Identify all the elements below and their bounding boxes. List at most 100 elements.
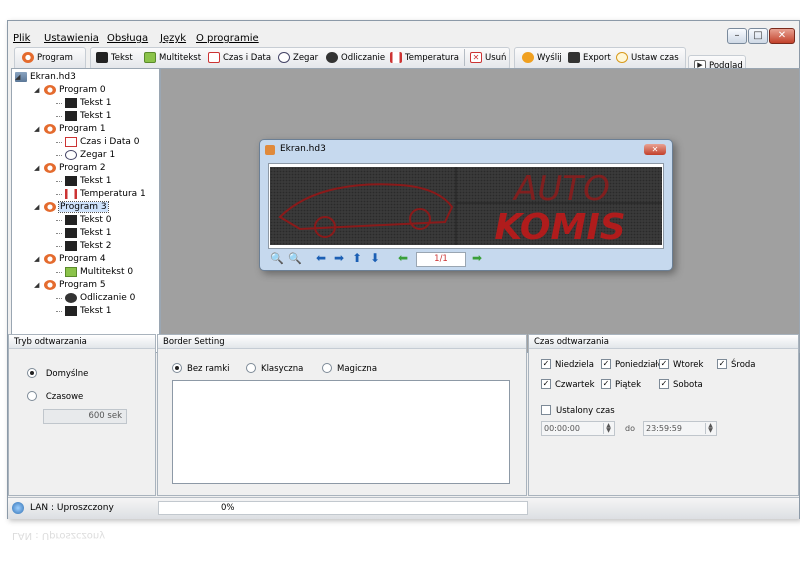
toolbar-separator xyxy=(464,49,465,66)
tekst-button[interactable]: Tekst xyxy=(96,49,133,66)
day-checkbox[interactable]: ✓ Poniedziałek xyxy=(601,359,668,370)
tree-item-node[interactable]: Tekst 0 xyxy=(56,215,112,225)
day-checkbox[interactable]: ✓ Środa xyxy=(717,359,756,370)
playback-mode-panel: Tryb odtwarzania Domyślne Czasowe 600 se… xyxy=(8,334,156,496)
default-mode-radio[interactable]: Domyślne xyxy=(27,368,88,379)
connection-status: LAN : Uproszczony xyxy=(30,503,114,513)
project-tree[interactable]: ◢ Ekran.hd3 ◢ Program 0 Tekst 1 Tekst 1 ◢ Pro… xyxy=(11,68,160,353)
day-checkbox[interactable]: ✓ Piątek xyxy=(601,379,641,390)
tree-node-label: Zegar 1 xyxy=(80,150,116,160)
check-icon: ✓ xyxy=(601,379,611,389)
tree-program-node[interactable]: ◢ Program 3 xyxy=(34,201,109,213)
day-label: Piątek xyxy=(615,379,641,390)
time-from-input[interactable]: 00:00:00 ▲ ▼ xyxy=(541,421,615,436)
tree-connector xyxy=(56,297,62,299)
program-button[interactable]: Program xyxy=(22,49,73,66)
menu-plik[interactable]: Plik xyxy=(13,33,30,44)
tree-node-label: Tekst 1 xyxy=(80,228,112,238)
tree-item-node[interactable]: Zegar 1 xyxy=(56,150,115,160)
menu-obsluga[interactable]: Obsługa xyxy=(107,33,148,44)
arrow-right-icon[interactable]: ➡ xyxy=(334,251,344,265)
usun-button[interactable]: ✕ Usuń xyxy=(470,49,506,66)
arrow-left-icon[interactable]: ⬅ xyxy=(316,251,326,265)
tree-node-label: Tekst 2 xyxy=(80,241,112,251)
menu-o-programie[interactable]: O programie xyxy=(196,33,259,44)
program-icon xyxy=(22,52,34,63)
odliczanie-button[interactable]: Odliczanie xyxy=(326,49,385,66)
tree-program-node[interactable]: ◢ Program 1 xyxy=(34,124,106,134)
arrow-down-icon[interactable]: ⬇ xyxy=(370,251,380,265)
wyslij-button[interactable]: Wyślij xyxy=(522,49,562,66)
border-magic-radio[interactable]: Magiczna xyxy=(322,363,377,374)
collapse-icon[interactable]: ◢ xyxy=(34,281,41,289)
border-setting-panel: Border Setting Bez ramki Klasyczna Magic… xyxy=(157,334,527,496)
tree-program-node[interactable]: ◢ Program 4 xyxy=(34,254,106,264)
export-button[interactable]: Export xyxy=(568,49,611,66)
collapse-icon[interactable]: ◢ xyxy=(34,125,41,133)
day-checkbox[interactable]: ✓ Czwartek xyxy=(541,379,595,390)
timed-mode-radio[interactable]: Czasowe xyxy=(27,391,83,402)
zegar-button[interactable]: Zegar xyxy=(278,49,318,66)
collapse-icon[interactable]: ◢ xyxy=(34,86,41,94)
time-from-spinner[interactable]: ▲ ▼ xyxy=(603,423,613,434)
tree-program-node[interactable]: ◢ Program 2 xyxy=(34,163,106,173)
text-icon xyxy=(65,111,77,121)
arrow-up-icon[interactable]: ⬆ xyxy=(352,251,362,265)
tree-item-node[interactable]: Multitekst 0 xyxy=(56,267,133,277)
tree-item-node[interactable]: Tekst 1 xyxy=(56,111,112,121)
zoom-out-icon[interactable]: 🔍 xyxy=(288,252,302,265)
collapse-icon[interactable]: ◢ xyxy=(34,164,41,172)
program-icon xyxy=(44,124,56,134)
tree-item-node[interactable]: Tekst 2 xyxy=(56,241,112,251)
minimize-button[interactable]: – xyxy=(727,28,747,44)
collapse-icon[interactable]: ◢ xyxy=(34,255,41,263)
tree-item-node[interactable]: Tekst 1 xyxy=(56,176,112,186)
prev-page-icon[interactable]: ⬅ xyxy=(398,251,408,265)
network-icon xyxy=(12,502,24,514)
tree-item-node[interactable]: Temperatura 1 xyxy=(56,189,146,199)
schedule-panel: Czas odtwarzania ✓ Niedziela ✓ Poniedziałek… xyxy=(528,334,799,496)
zoom-in-icon[interactable]: 🔍 xyxy=(270,252,284,265)
collapse-icon[interactable]: ◢ xyxy=(34,203,41,211)
calendar-icon xyxy=(208,52,220,63)
day-checkbox[interactable]: ✓ Sobota xyxy=(659,379,703,390)
tree-item-node[interactable]: Czas i Data 0 xyxy=(56,137,140,147)
menu-bar: Plik Ustawienia Obsługa Język O programi… xyxy=(8,29,708,45)
ustaw-czas-button[interactable]: Ustaw czas xyxy=(616,49,679,66)
default-mode-label: Domyślne xyxy=(45,368,89,379)
border-classic-radio[interactable]: Klasyczna xyxy=(246,363,303,374)
border-preview-box xyxy=(172,380,510,484)
close-button[interactable]: ✕ xyxy=(769,28,795,44)
tree-item-node[interactable]: Tekst 1 xyxy=(56,98,112,108)
menu-jezyk[interactable]: Język xyxy=(160,33,186,44)
collapse-icon[interactable]: ◢ xyxy=(15,73,22,81)
tree-node-label: Odliczanie 0 xyxy=(80,293,136,303)
tree-item-node[interactable]: Tekst 1 xyxy=(56,306,112,316)
time-to-input[interactable]: 23:59:59 ▲ ▼ xyxy=(643,421,717,436)
duration-input[interactable]: 600 sek xyxy=(43,409,127,424)
next-page-icon[interactable]: ➡ xyxy=(472,251,482,265)
czas-data-button[interactable]: Czas i Data xyxy=(208,49,271,66)
tree-root[interactable]: ◢ Ekran.hd3 xyxy=(15,72,76,82)
tree-connector xyxy=(56,141,62,143)
day-checkbox[interactable]: ✓ Niedziela xyxy=(541,359,594,370)
tree-program-node[interactable]: ◢ Program 5 xyxy=(34,280,106,290)
text-icon xyxy=(65,241,77,251)
maximize-button[interactable]: □ xyxy=(748,28,768,44)
preview-dialog[interactable]: Ekran.hd3 ✕ AUTO KOMIS 🔍 🔍 ⬅ ➡ ⬆ ⬇ ⬅ 1/1… xyxy=(259,139,673,271)
check-icon: ✓ xyxy=(541,359,551,369)
schedule-title: Czas odtwarzania xyxy=(529,335,798,349)
day-checkbox[interactable]: ✓ Wtorek xyxy=(659,359,703,370)
menu-ustawienia[interactable]: Ustawienia xyxy=(44,33,99,44)
border-none-radio[interactable]: Bez ramki xyxy=(172,363,230,374)
tree-item-node[interactable]: Tekst 1 xyxy=(56,228,112,238)
multitekst-button[interactable]: Multitekst xyxy=(144,49,201,66)
tree-connector xyxy=(56,232,62,234)
led-line1: AUTO xyxy=(512,169,610,209)
temperatura-button[interactable]: Temperatura xyxy=(390,49,459,66)
tree-program-node[interactable]: ◢ Program 0 xyxy=(34,85,106,95)
tree-item-node[interactable]: Odliczanie 0 xyxy=(56,293,135,303)
preview-close-button[interactable]: ✕ xyxy=(644,144,666,155)
time-to-spinner[interactable]: ▲ ▼ xyxy=(705,423,715,434)
fixed-time-checkbox[interactable]: Ustalony czas xyxy=(541,405,615,416)
